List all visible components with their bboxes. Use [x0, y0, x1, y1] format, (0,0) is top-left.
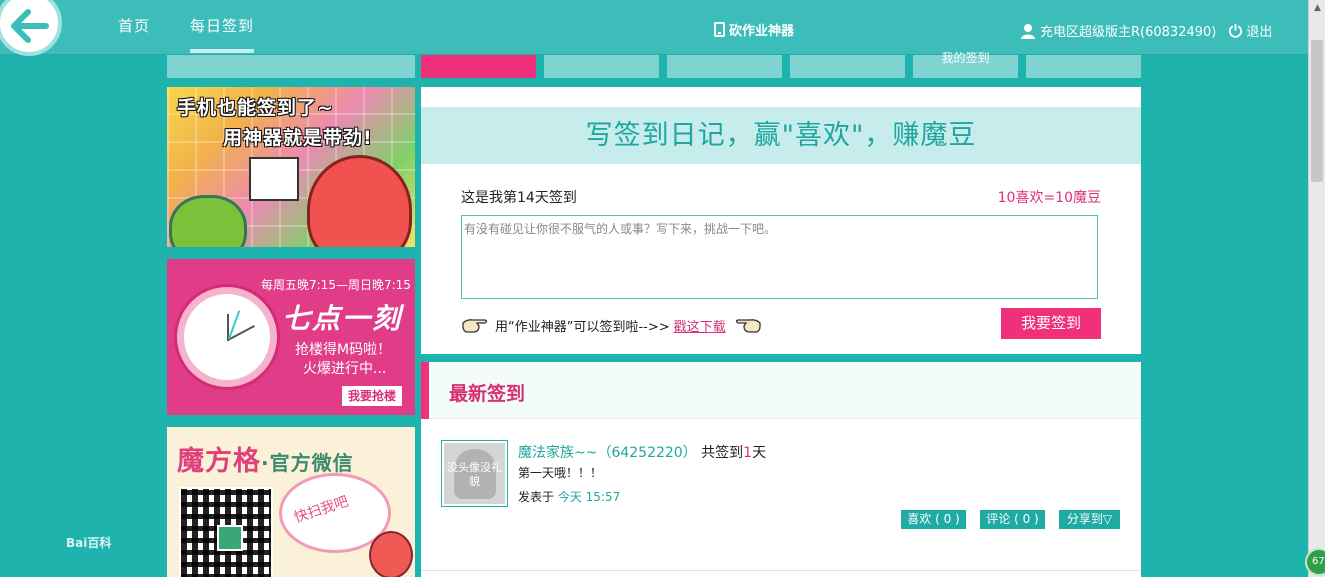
nav-home-link[interactable]: 首页 — [118, 15, 150, 36]
days-count: 1 — [743, 445, 753, 461]
latest-signins-panel: 最新签到 没头像没礼貌 魔法家族~~（64252220） 共签到1天 第一天哦！… — [421, 362, 1141, 577]
tab-2[interactable] — [667, 55, 782, 78]
share-button[interactable]: 分享到▽ — [1059, 510, 1120, 529]
latest-title: 最新签到 — [449, 383, 526, 405]
active-nav-underline — [190, 49, 254, 53]
grab-title: 七点一刻 — [282, 302, 403, 335]
mobile-banner-line1: 手机也能签到了~ — [177, 97, 334, 119]
scroll-thumb[interactable] — [1311, 40, 1323, 182]
user-name-link[interactable]: 充电区超级版主R(60832490) — [1040, 21, 1216, 40]
pointing-hand-left-icon — [735, 319, 761, 333]
signin-count-text: 这是我第14天签到 — [461, 190, 577, 206]
download-link[interactable]: 戳这下载 — [674, 316, 726, 335]
logout-button[interactable]: 退出 — [1228, 21, 1272, 40]
like-button[interactable]: 喜欢 ( 0 ) — [901, 510, 966, 529]
user-area: 充电区超级版主R(60832490) 退出 — [1020, 21, 1272, 40]
grab-floor-banner[interactable]: 每周五晚7:15—周日晚7:15 七点一刻 抢楼得M码啦！ 火爆进行中... 我… — [167, 259, 415, 415]
avatar-text: 没头像没礼貌 — [447, 461, 502, 488]
grab-time-range: 每周五晚7:15—周日晚7:15 — [261, 278, 411, 292]
float-badge[interactable]: 67 — [1305, 548, 1325, 576]
scroll-up-arrow-icon[interactable]: ▲ — [1309, 0, 1325, 17]
top-navigation-bar: 首页 每日签到 砍作业神器 充电区超级版主R(60832490) 退出 — [0, 0, 1308, 56]
tab-3[interactable] — [790, 55, 905, 78]
baidu-baike-watermark-logo: Bai百科 — [66, 536, 112, 550]
tab-label: 我的签到 — [941, 51, 990, 65]
avatar-placeholder: 没头像没礼貌 — [444, 443, 505, 504]
diary-textarea[interactable] — [461, 215, 1098, 299]
wechat-qr-code-image — [179, 487, 273, 577]
back-arrow-icon — [11, 9, 49, 43]
app-title-text: 砍作业神器 — [729, 24, 795, 39]
signin-panel: 写签到日记，赢"喜欢"，赚魔豆 这是我第14天签到 10喜欢=10魔豆 用“作业… — [421, 87, 1141, 354]
posted-time: 今天 15:57 — [557, 490, 621, 504]
comment-button[interactable]: 评论 ( 0 ) — [980, 510, 1045, 529]
signin-user-line: 魔法家族~~（64252220） 共签到1天 — [518, 442, 766, 462]
nav-daily-sign-link[interactable]: 每日签到 — [190, 15, 254, 36]
grab-floor-button[interactable]: 我要抢楼 — [342, 386, 402, 406]
logout-label: 退出 — [1246, 25, 1273, 40]
mascot-image — [369, 531, 413, 577]
avatar[interactable]: 没头像没礼貌 — [441, 440, 508, 507]
signin-content: 第一天哦！！！ — [518, 466, 603, 480]
vertical-scrollbar[interactable]: ▲ — [1308, 0, 1325, 577]
user-icon — [1021, 23, 1035, 39]
phone-icon — [714, 22, 725, 37]
signin-headline: 写签到日记，赢"喜欢"，赚魔豆 — [421, 107, 1141, 164]
latest-header: 最新签到 — [421, 362, 1141, 419]
signin-time-line: 发表于 今天 15:57 — [518, 488, 620, 505]
grab-subtitle-1: 抢楼得M码啦！ — [295, 342, 392, 358]
reward-rate-text: 10喜欢=10魔豆 — [997, 190, 1101, 206]
grab-subtitle-2: 火爆进行中... — [303, 361, 387, 377]
latest-accent-bar — [421, 362, 429, 419]
submit-sign-button[interactable]: 我要签到 — [1001, 308, 1101, 339]
green-mascot-image — [169, 195, 247, 247]
sidebar-top-strip — [167, 55, 415, 78]
days-suffix: 天 — [752, 445, 767, 461]
wechat-title-main: 魔方格 — [177, 446, 261, 477]
power-icon — [1229, 23, 1243, 38]
app-hint-text: 用“作业神器”可以签到啦-->> — [495, 319, 670, 335]
mobile-banner-text: 手机也能签到了~ 用神器就是带劲! — [177, 93, 373, 153]
tab-5[interactable] — [1026, 55, 1141, 78]
app-download-link[interactable]: 砍作业神器 — [714, 20, 794, 39]
pointing-hand-right-icon — [462, 319, 488, 333]
tab-0[interactable] — [421, 55, 536, 78]
posted-prefix: 发表于 — [518, 490, 555, 504]
wechat-title: 魔方格·官方微信 — [177, 439, 354, 478]
wechat-title-sub: ·官方微信 — [261, 451, 354, 475]
wechat-banner[interactable]: 魔方格·官方微信 快扫我吧 — [167, 427, 415, 577]
item-divider — [421, 570, 1141, 571]
mobile-sign-banner[interactable]: 手机也能签到了~ 用神器就是带劲! — [167, 87, 415, 247]
tab-1[interactable] — [544, 55, 659, 78]
mobile-banner-line2: 用神器就是带劲! — [223, 127, 373, 149]
app-hint-row: 用“作业神器”可以签到啦-->> 戳这下载 — [461, 313, 762, 337]
tab-my-sign[interactable]: 我的签到 — [913, 51, 1018, 78]
days-prefix: 共签到 — [701, 445, 744, 461]
back-button[interactable] — [0, 0, 62, 56]
calendar-board-image — [249, 157, 299, 201]
clock-icon — [177, 287, 277, 387]
signin-user-name-link[interactable]: 魔法家族~~（64252220） — [518, 445, 697, 461]
